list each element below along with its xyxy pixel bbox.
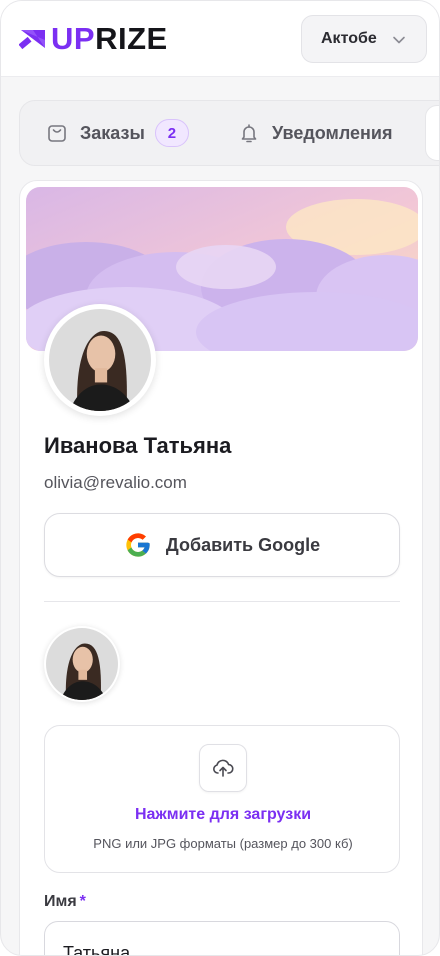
- section-divider: [44, 601, 400, 602]
- app-frame: UPRIZE Актобе Заказы 2 Уведомления Ивано…: [0, 0, 440, 956]
- tab-notifications-label: Уведомления: [272, 122, 393, 143]
- profile-card: Иванова Татьяна olivia@revalio.com Добав…: [19, 180, 423, 955]
- photo-upload-dropzone[interactable]: Нажмите для загрузки PNG или JPG форматы…: [44, 725, 400, 873]
- first-name-input[interactable]: [44, 921, 400, 955]
- required-mark: *: [79, 893, 86, 910]
- orders-count-badge: 2: [154, 119, 189, 147]
- tab-overflow-edge[interactable]: [425, 105, 439, 161]
- brand-logo[interactable]: UPRIZE: [19, 23, 168, 55]
- upload-cloud-icon: [199, 744, 247, 792]
- profile-name: Иванова Татьяна: [44, 433, 232, 458]
- top-header: UPRIZE Актобе: [1, 1, 439, 77]
- upload-hint: PNG или JPG форматы (размер до 300 кб): [93, 836, 353, 851]
- logo-wordmark: UPRIZE: [51, 21, 168, 56]
- add-google-button[interactable]: Добавить Google: [44, 513, 400, 577]
- tab-orders-label: Заказы: [80, 122, 145, 143]
- bell-icon: [241, 124, 257, 143]
- logo-arrow-icon: [19, 30, 45, 50]
- city-select[interactable]: Актобе: [301, 15, 427, 63]
- city-select-value: Актобе: [321, 30, 377, 47]
- name-field-label: Имя *: [44, 893, 86, 910]
- profile-avatar[interactable]: [44, 304, 156, 416]
- bag-icon: [48, 125, 66, 142]
- tab-orders[interactable]: Заказы 2: [46, 101, 189, 165]
- chevron-down-icon: [393, 36, 405, 44]
- avatar-preview-photo: [46, 628, 118, 700]
- tab-bar: Заказы 2 Уведомления: [19, 100, 439, 166]
- profile-photo: [49, 309, 151, 411]
- upload-cta-link[interactable]: Нажмите для загрузки: [45, 806, 401, 824]
- avatar-preview: [44, 626, 120, 702]
- profile-email: olivia@revalio.com: [44, 473, 187, 492]
- tab-notifications[interactable]: Уведомления: [238, 101, 393, 165]
- google-icon: [126, 533, 150, 557]
- add-google-label: Добавить Google: [165, 534, 321, 555]
